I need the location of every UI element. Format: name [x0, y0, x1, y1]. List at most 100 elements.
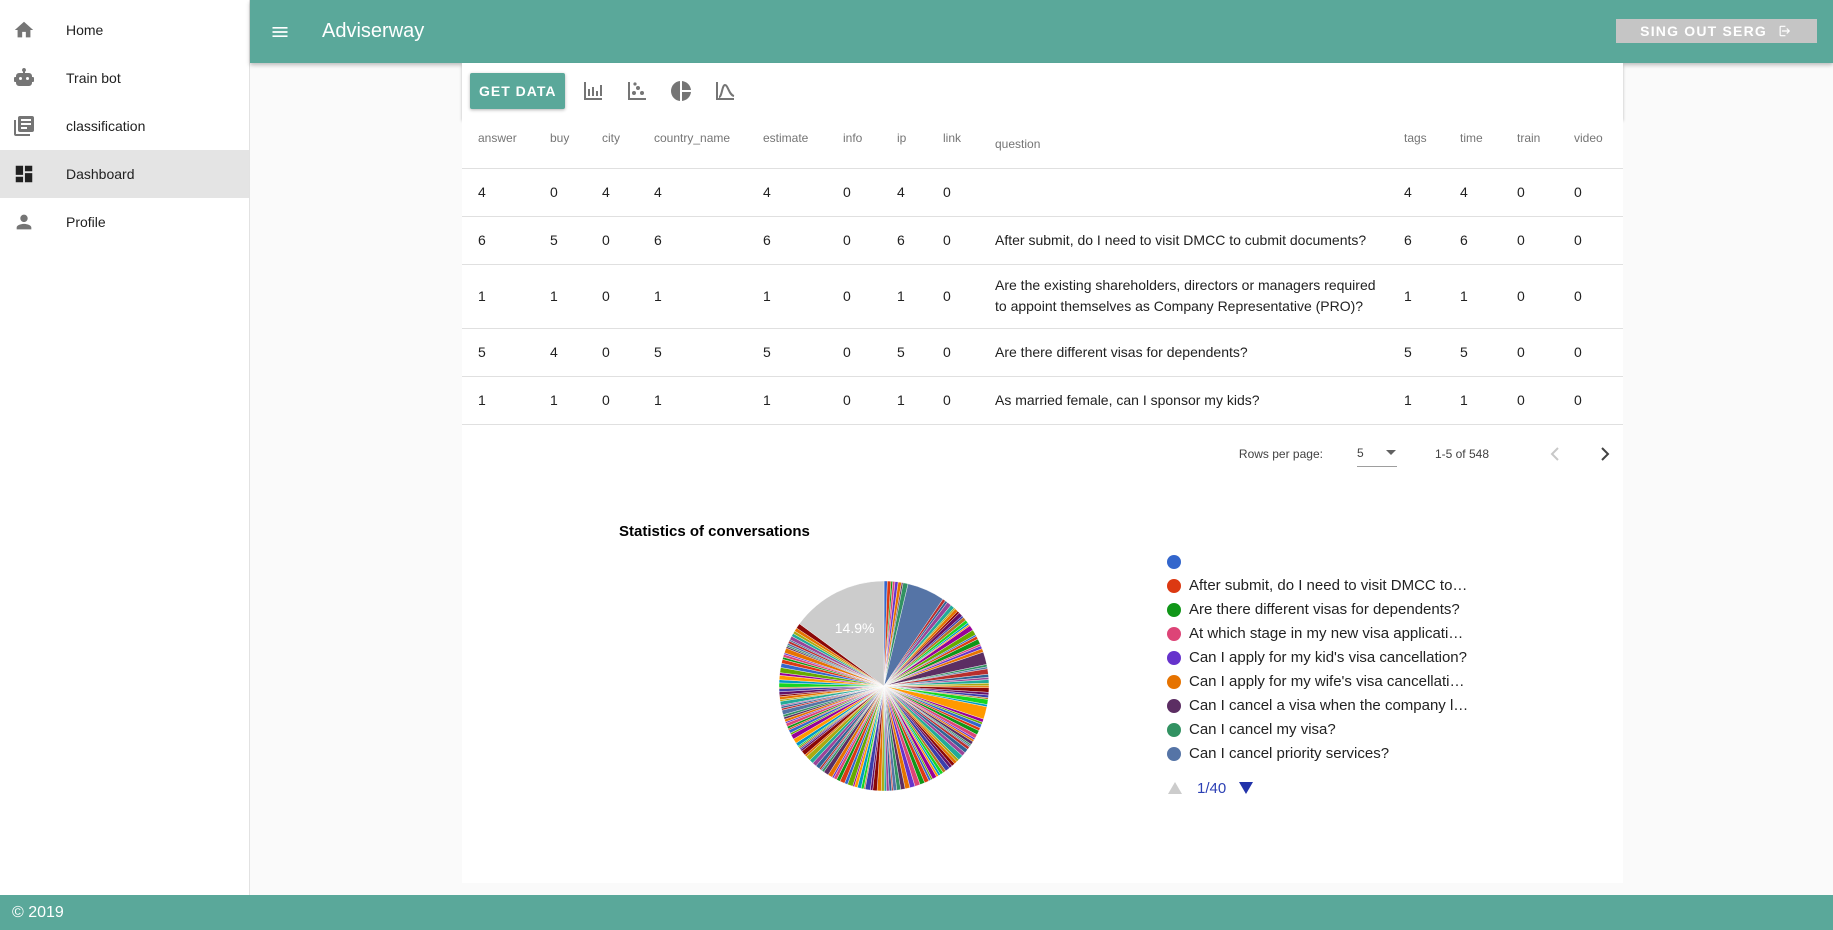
table-cell-info: 0 — [827, 264, 881, 329]
table-cell-train: 0 — [1501, 216, 1558, 265]
previous-page-button[interactable] — [1543, 442, 1567, 466]
legend-item[interactable]: At which stage in my new visa applicati… — [1167, 622, 1468, 646]
sidebar-item-profile[interactable]: Profile — [0, 198, 249, 246]
chart-toolbar: GET DATA — [462, 63, 1623, 119]
table-row[interactable]: 1 1 0 1 1 0 1 0 As married female, can I sponsor… — [462, 376, 1623, 425]
legend-label: Can I cancel a visa when the company l… — [1189, 697, 1469, 714]
table-cell-estimate: 4 — [747, 168, 827, 217]
sign-out-button[interactable]: SING OUT SERG — [1616, 19, 1817, 43]
pie-chart-icon[interactable] — [669, 79, 693, 103]
dashboard-main: GET DATA answer buy city country_name es… — [462, 63, 1623, 883]
legend-item[interactable]: Are there different visas for dependents… — [1167, 598, 1468, 622]
chevron-right-icon — [1601, 446, 1610, 461]
robot-icon — [12, 66, 36, 90]
legend-prev-icon[interactable] — [1167, 781, 1183, 795]
chart-title: Statistics of conversations — [619, 522, 810, 540]
table-cell-question — [979, 168, 1388, 217]
scatter-chart-icon[interactable] — [625, 79, 649, 103]
table-cell-info: 0 — [827, 168, 881, 217]
column-header[interactable]: time — [1444, 119, 1501, 169]
column-header[interactable]: link — [927, 119, 979, 169]
table-cell-video: 0 — [1558, 264, 1623, 329]
next-page-button[interactable] — [1593, 442, 1617, 466]
legend-item[interactable]: Can I apply for my wife's visa cancellat… — [1167, 670, 1468, 694]
table-row[interactable]: 6 5 0 6 6 0 6 0 After submit, do I need to visit… — [462, 216, 1623, 265]
table-cell-question: Are there different visas for dependents… — [979, 328, 1388, 377]
legend-page: 1/40 — [1197, 779, 1227, 797]
legend-item[interactable]: Can I cancel a visa when the company l… — [1167, 694, 1468, 718]
column-header[interactable]: city — [586, 119, 638, 169]
column-header[interactable]: estimate — [747, 119, 827, 169]
sidebar-item-classification[interactable]: classification — [0, 102, 249, 150]
column-header[interactable]: answer — [462, 119, 534, 169]
table-cell-tags: 1 — [1388, 376, 1444, 425]
legend-item[interactable]: Can I cancel my visa? — [1167, 718, 1468, 742]
legend-next-icon[interactable] — [1238, 781, 1254, 795]
column-header[interactable]: question — [979, 119, 1388, 169]
legend-item[interactable]: Can I apply for my kid's visa cancellati… — [1167, 646, 1468, 670]
table-cell-tags: 5 — [1388, 328, 1444, 377]
sidebar-item-label: Profile — [66, 214, 106, 230]
column-header[interactable]: buy — [534, 119, 586, 169]
column-header[interactable]: train — [1501, 119, 1558, 169]
legend-color-dot — [1167, 674, 1181, 689]
bar-chart-icon[interactable] — [581, 79, 605, 103]
legend-color-dot — [1167, 650, 1181, 665]
get-data-button[interactable]: GET DATA — [470, 73, 566, 109]
table-cell-train: 0 — [1501, 376, 1558, 425]
table-cell-country_name: 6 — [638, 216, 747, 265]
column-header[interactable]: info — [827, 119, 881, 169]
sidebar-item-dashboard[interactable]: Dashboard — [0, 150, 249, 198]
legend-label: After submit, do I need to visit DMCC to… — [1189, 577, 1468, 594]
person-icon — [12, 210, 36, 234]
sidebar-item-label: Dashboard — [66, 166, 135, 182]
table-cell-city: 4 — [586, 168, 638, 217]
table-pagination: Rows per page: 5 1-5 of 548 — [462, 424, 1623, 483]
column-header[interactable]: country_name — [638, 119, 747, 169]
home-icon — [12, 18, 36, 42]
table-header-row: answer buy city country_name estimate in… — [462, 119, 1623, 169]
column-header[interactable]: tags — [1388, 119, 1444, 169]
table-cell-question: After submit, do I need to visit DMCC to… — [979, 216, 1388, 265]
legend-label: At which stage in my new visa applicati… — [1189, 625, 1464, 642]
table-cell-answer: 1 — [462, 376, 534, 425]
legend-pager: 1/40 — [1167, 780, 1468, 797]
legend-color-dot — [1167, 602, 1181, 617]
table-cell-buy: 0 — [534, 168, 586, 217]
sidebar-item-home[interactable]: Home — [0, 6, 249, 54]
menu-icon[interactable] — [268, 20, 292, 44]
table-cell-answer: 1 — [462, 264, 534, 329]
legend-item[interactable]: Can I cancel priority services? — [1167, 742, 1468, 766]
table-cell-estimate: 1 — [747, 376, 827, 425]
legend-item[interactable]: After submit, do I need to visit DMCC to… — [1167, 574, 1468, 598]
legend-label: Are there different visas for dependents… — [1189, 601, 1460, 618]
table-cell-time: 6 — [1444, 216, 1501, 265]
footer: © 2019 — [0, 895, 1833, 930]
sidebar-item-train-bot[interactable]: Train bot — [0, 54, 249, 102]
table-row[interactable]: 5 4 0 5 5 0 5 0 Are there different visas for de… — [462, 328, 1623, 377]
sidebar-item-label: Train bot — [66, 70, 121, 86]
table-cell-buy: 1 — [534, 376, 586, 425]
pie-slice-label: 14.9% — [835, 619, 875, 635]
pie-chart[interactable]: 14.9% — [759, 561, 1009, 811]
table-cell-tags: 1 — [1388, 264, 1444, 329]
table-cell-tags: 6 — [1388, 216, 1444, 265]
legend-item[interactable] — [1167, 550, 1468, 574]
table-cell-buy: 1 — [534, 264, 586, 329]
column-header[interactable]: video — [1558, 119, 1623, 169]
table-cell-answer: 6 — [462, 216, 534, 265]
table-row[interactable]: 1 1 0 1 1 0 1 0 Are the existing shareholders, d… — [462, 264, 1623, 329]
column-header[interactable]: ip — [881, 119, 927, 169]
copyright-text: © 2019 — [12, 903, 64, 921]
table-cell-ip: 4 — [881, 168, 927, 217]
statistics-chart: Statistics of conversations 14.9% After … — [462, 482, 1623, 883]
table-cell-train: 0 — [1501, 168, 1558, 217]
dropdown-arrow-icon — [1385, 446, 1397, 460]
rows-per-page-label: Rows per page: — [1238, 446, 1323, 461]
table-cell-video: 0 — [1558, 376, 1623, 425]
chevron-left-icon — [1550, 446, 1559, 461]
area-chart-icon[interactable] — [713, 79, 737, 103]
table-row[interactable]: 404440404400 — [462, 168, 1623, 217]
table-cell-link: 0 — [927, 328, 979, 377]
rows-per-page-select[interactable]: 5 — [1356, 441, 1397, 467]
